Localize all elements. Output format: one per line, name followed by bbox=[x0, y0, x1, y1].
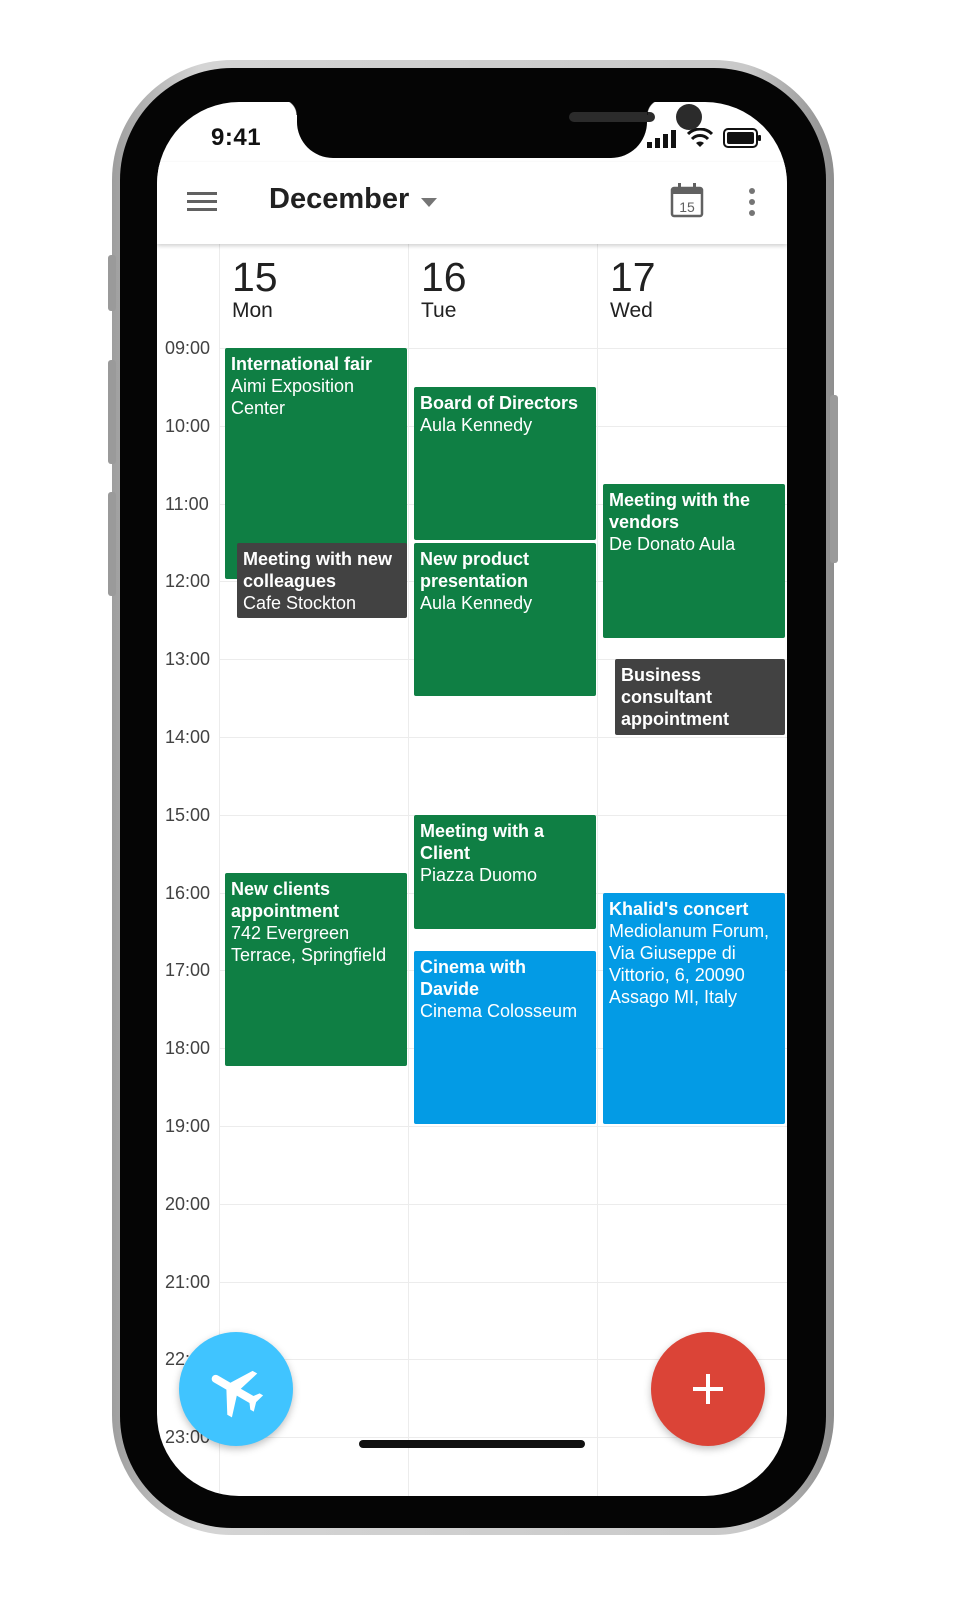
hour-label: 14:00 bbox=[165, 727, 211, 747]
day-header-tue[interactable]: 16 Tue bbox=[408, 244, 597, 336]
status-time: 9:41 bbox=[211, 124, 262, 151]
time-grid[interactable]: 09:00 10:00 11:00 12:00 13:00 14:00 15:00 16:00… bbox=[157, 244, 787, 1496]
event-block[interactable]: Cinema with Davide Cinema Colosseum bbox=[414, 950, 596, 1124]
event-block[interactable]: New clients appointment 742 Evergreen Ter… bbox=[225, 873, 407, 1066]
event-location: Mediolanum Forum, Via Giuseppe di Vittor… bbox=[609, 920, 770, 1007]
hour-line bbox=[219, 1281, 787, 1283]
event-block[interactable]: Business consultant appointment bbox=[615, 659, 785, 735]
column-divider bbox=[219, 244, 220, 1496]
hour-label: 17:00 bbox=[165, 960, 211, 981]
add-event-fab-button[interactable] bbox=[651, 1332, 765, 1446]
column-divider bbox=[597, 244, 598, 1496]
phone-screen: 9:41 December 15 15 Mon 16 Tue 17 Wed 09… bbox=[157, 102, 787, 1496]
silent-switch bbox=[108, 255, 116, 311]
wifi-icon bbox=[687, 128, 713, 147]
volume-up-button bbox=[108, 360, 116, 464]
hour-label: 13:00 bbox=[165, 649, 211, 670]
event-title: Khalid's concert bbox=[609, 898, 749, 919]
front-camera bbox=[676, 104, 702, 130]
event-location: Aula Kennedy bbox=[420, 592, 533, 613]
hour-label: 11:00 bbox=[165, 493, 209, 514]
day-header-mon[interactable]: 15 Mon bbox=[219, 244, 408, 336]
battery-icon bbox=[723, 128, 761, 148]
event-block[interactable]: Khalid's concert Mediolanum Forum, Via Gi… bbox=[603, 892, 785, 1124]
hour-label: 21:00 bbox=[165, 1271, 211, 1292]
day-name: Tue bbox=[421, 299, 457, 322]
event-title: New clients appointment bbox=[231, 879, 339, 922]
notch bbox=[281, 102, 702, 158]
today-date-text: 15 bbox=[679, 199, 695, 215]
event-location: Aula Kennedy bbox=[420, 414, 533, 435]
event-location: 742 Evergreen Terrace, Springfield bbox=[231, 923, 387, 966]
dropdown-arrow-icon[interactable] bbox=[421, 198, 437, 207]
travel-fab-button[interactable] bbox=[179, 1332, 293, 1446]
hour-label: 09:00 bbox=[165, 338, 211, 358]
cellular-signal-icon bbox=[647, 130, 676, 148]
hour-label: 15:00 bbox=[165, 804, 211, 825]
hour-label: 18:00 bbox=[165, 1038, 211, 1059]
airplane-icon bbox=[211, 1370, 264, 1418]
more-options-button[interactable] bbox=[745, 186, 759, 218]
event-title: Cinema with Davide bbox=[420, 956, 527, 999]
today-button[interactable]: 15 bbox=[669, 182, 705, 218]
event-location: Cinema Colosseum bbox=[420, 1000, 578, 1021]
event-title: Meeting with a Client bbox=[420, 820, 545, 863]
event-title: International fair bbox=[231, 354, 373, 374]
calendar-today-icon: 15 bbox=[670, 183, 704, 218]
event-title: New product presentation bbox=[420, 548, 530, 591]
month-title[interactable]: December bbox=[269, 183, 409, 216]
event-block[interactable]: Meeting with the vendors De Donato Aula bbox=[603, 484, 785, 638]
day-name: Mon bbox=[232, 299, 273, 322]
status-icons bbox=[647, 128, 763, 148]
menu-button[interactable] bbox=[185, 188, 219, 216]
event-location: Cafe Stockton bbox=[243, 592, 357, 613]
app-bar: December 15 bbox=[157, 162, 787, 244]
hour-label: 12:00 bbox=[165, 571, 211, 592]
event-location: Piazza Duomo bbox=[420, 864, 538, 885]
home-indicator bbox=[359, 1440, 585, 1448]
hamburger-menu-icon bbox=[187, 192, 217, 211]
event-block[interactable]: Meeting with new colleagues Cafe Stockton bbox=[237, 542, 407, 619]
day-number: 15 bbox=[232, 254, 278, 300]
hour-label: 16:00 bbox=[165, 882, 211, 903]
event-title: Meeting with new colleagues bbox=[243, 548, 393, 591]
event-location: De Donato Aula bbox=[609, 534, 736, 555]
day-name: Wed bbox=[610, 299, 653, 322]
column-divider bbox=[408, 244, 409, 1496]
hour-line bbox=[219, 737, 787, 738]
day-headers: 15 Mon 16 Tue 17 Wed bbox=[157, 244, 787, 336]
day-number: 17 bbox=[610, 254, 656, 300]
hour-line bbox=[219, 1126, 787, 1127]
power-button bbox=[830, 395, 838, 563]
volume-down-button bbox=[108, 492, 116, 596]
event-block[interactable]: Board of Directors Aula Kennedy bbox=[414, 386, 596, 541]
hour-line bbox=[219, 1203, 787, 1205]
event-title: Meeting with the vendors bbox=[609, 490, 750, 533]
plus-icon bbox=[693, 1374, 723, 1404]
event-title: Business consultant appointment bbox=[621, 665, 729, 730]
event-block[interactable]: Meeting with a Client Piazza Duomo bbox=[414, 814, 596, 930]
more-vert-icon bbox=[749, 188, 755, 216]
event-block[interactable]: New product presentation Aula Kennedy bbox=[414, 542, 596, 697]
day-header-wed[interactable]: 17 Wed bbox=[597, 244, 786, 336]
hour-label: 19:00 bbox=[165, 1116, 211, 1136]
speaker bbox=[569, 112, 655, 122]
hour-label: 10:00 bbox=[165, 415, 211, 436]
event-title: Board of Directors bbox=[420, 392, 579, 413]
hour-label: 20:00 bbox=[165, 1193, 211, 1214]
event-location: Aimi Exposition Center bbox=[231, 376, 355, 418]
day-number: 16 bbox=[421, 254, 467, 300]
